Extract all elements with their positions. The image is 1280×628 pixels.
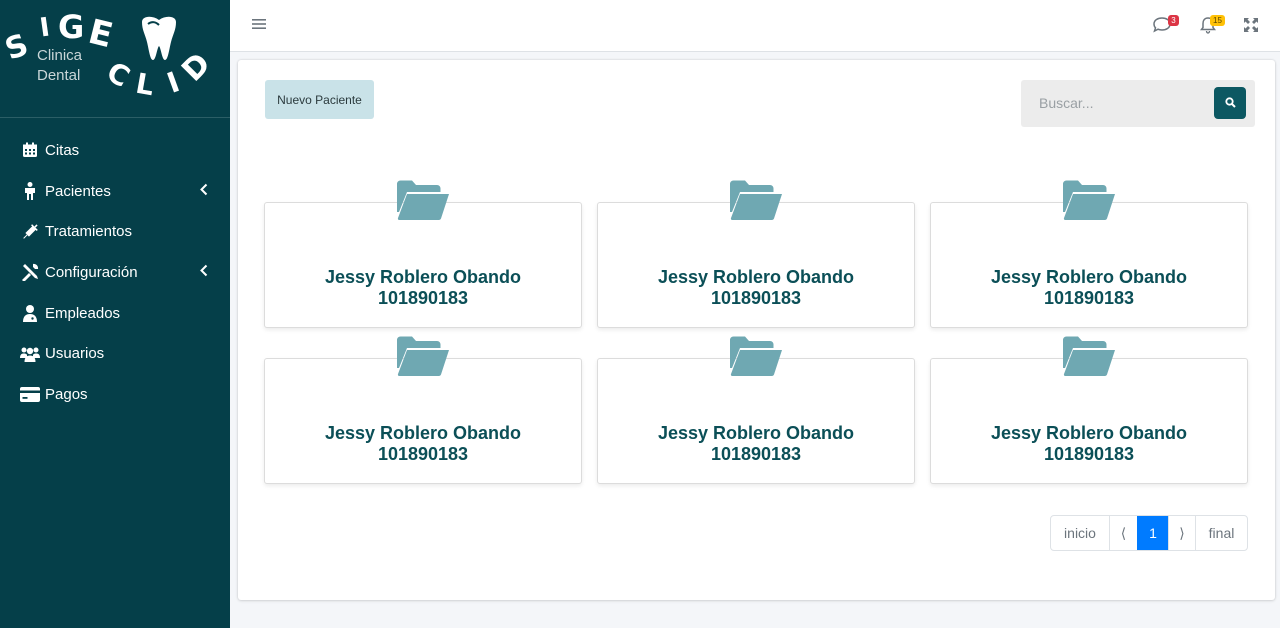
pagination-next[interactable]: ⟩ <box>1168 516 1195 550</box>
pagination-first[interactable]: inicio <box>1051 516 1109 550</box>
logo-letter-d: D <box>175 46 218 89</box>
topbar: 3 15 <box>230 0 1280 52</box>
tooth-icon <box>138 16 180 67</box>
folder-open-icon <box>397 336 449 381</box>
user-doctor-icon <box>20 303 40 323</box>
sidebar-item-label: Pagos <box>45 385 88 403</box>
tools-icon <box>20 262 40 282</box>
patient-id: 101890183 <box>710 288 802 308</box>
search-button[interactable] <box>1214 87 1246 119</box>
logo-letter-s: S <box>0 27 33 68</box>
sidebar-item-tratamientos[interactable]: Tratamientos <box>0 211 230 252</box>
pagination-prev[interactable]: ⟨ <box>1109 516 1137 550</box>
chevron-left-icon <box>200 183 208 200</box>
syringe-icon <box>20 222 40 242</box>
patient-card: Jessy Roblero Obando 101890183 <box>264 336 582 484</box>
sidebar-item-label: Pacientes <box>45 182 111 200</box>
patient-name: Jessy Roblero Obando <box>990 267 1188 287</box>
patient-name: Jessy Roblero Obando <box>324 267 522 287</box>
patient-card: Jessy Roblero Obando 101890183 <box>597 336 915 484</box>
sidebar-item-pacientes[interactable]: Pacientes <box>0 171 230 212</box>
brand-logo[interactable]: S I G E C L I D Clinica Dental <box>0 0 230 118</box>
sidebar-item-pagos[interactable]: Pagos <box>0 374 230 415</box>
menu-toggle-icon[interactable] <box>252 17 266 36</box>
pagination-last[interactable]: final <box>1195 516 1247 550</box>
folder-open-icon <box>1063 180 1115 225</box>
folder-open-icon <box>397 180 449 225</box>
pagination-page-current[interactable]: 1 <box>1137 516 1168 550</box>
patient-id: 101890183 <box>1043 444 1135 464</box>
messages-button[interactable]: 3 <box>1152 15 1179 40</box>
patient-card: Jessy Roblero Obando 101890183 <box>930 180 1248 328</box>
sidebar-item-label: Configuración <box>45 263 138 281</box>
notifications-button[interactable]: 15 <box>1200 15 1225 40</box>
sidebar-item-empleados[interactable]: Empleados <box>0 293 230 334</box>
logo-letter-c: C <box>101 55 136 94</box>
patient-id: 101890183 <box>710 444 802 464</box>
logo-letter-e: E <box>84 11 117 57</box>
chevron-left-icon <box>200 264 208 281</box>
logo-letter-g: G <box>58 8 85 46</box>
messages-count-badge: 3 <box>1168 15 1179 26</box>
sidebar-item-citas[interactable]: Citas <box>0 130 230 171</box>
new-patient-button[interactable]: Nuevo Paciente <box>265 80 374 119</box>
fullscreen-icon[interactable] <box>1244 18 1258 37</box>
calendar-icon <box>20 140 40 160</box>
patient-id: 101890183 <box>377 444 469 464</box>
notifications-count-badge: 15 <box>1210 15 1225 26</box>
person-icon <box>20 181 40 201</box>
folder-open-icon <box>1063 336 1115 381</box>
sidebar-item-label: Usuarios <box>45 345 105 363</box>
sidebar-item-label: Tratamientos <box>45 223 132 241</box>
patient-card: Jessy Roblero Obando 101890183 <box>264 180 582 328</box>
search-icon <box>1224 96 1236 111</box>
patient-name: Jessy Roblero Obando <box>990 423 1188 443</box>
logo-subtitle-dental: Dental <box>37 67 81 84</box>
logo-letter-i2: I <box>162 65 184 100</box>
users-icon <box>20 344 40 364</box>
patient-name: Jessy Roblero Obando <box>657 267 855 287</box>
sidebar-item-usuarios[interactable]: Usuarios <box>0 333 230 374</box>
patient-id: 101890183 <box>1043 288 1135 308</box>
search-box <box>1021 80 1255 127</box>
search-input[interactable] <box>1031 88 1211 118</box>
folder-open-icon <box>730 336 782 381</box>
sidebar-item-configuracion[interactable]: Configuración <box>0 252 230 293</box>
sidebar: S I G E C L I D Clinica Dental Citas Pac… <box>0 0 230 628</box>
patient-card: Jessy Roblero Obando 101890183 <box>597 180 915 328</box>
patient-card: Jessy Roblero Obando 101890183 <box>930 336 1248 484</box>
sidebar-nav: Citas Pacientes Tratamientos Configuraci… <box>0 118 230 415</box>
logo-letter-l: L <box>133 66 157 103</box>
pagination: inicio ⟨ 1 ⟩ final <box>1050 515 1248 551</box>
logo-letter-i: I <box>37 12 52 44</box>
patients-panel: Nuevo Paciente Jessy Roblero Obando 1018… <box>238 60 1275 600</box>
folder-open-icon <box>730 180 782 225</box>
sidebar-item-label: Citas <box>45 141 80 159</box>
sidebar-item-label: Empleados <box>45 304 121 322</box>
patient-id: 101890183 <box>377 288 469 308</box>
logo-subtitle-clinica: Clinica <box>37 47 83 64</box>
patient-name: Jessy Roblero Obando <box>324 423 522 443</box>
credit-card-icon <box>20 384 40 404</box>
patient-name: Jessy Roblero Obando <box>657 423 855 443</box>
